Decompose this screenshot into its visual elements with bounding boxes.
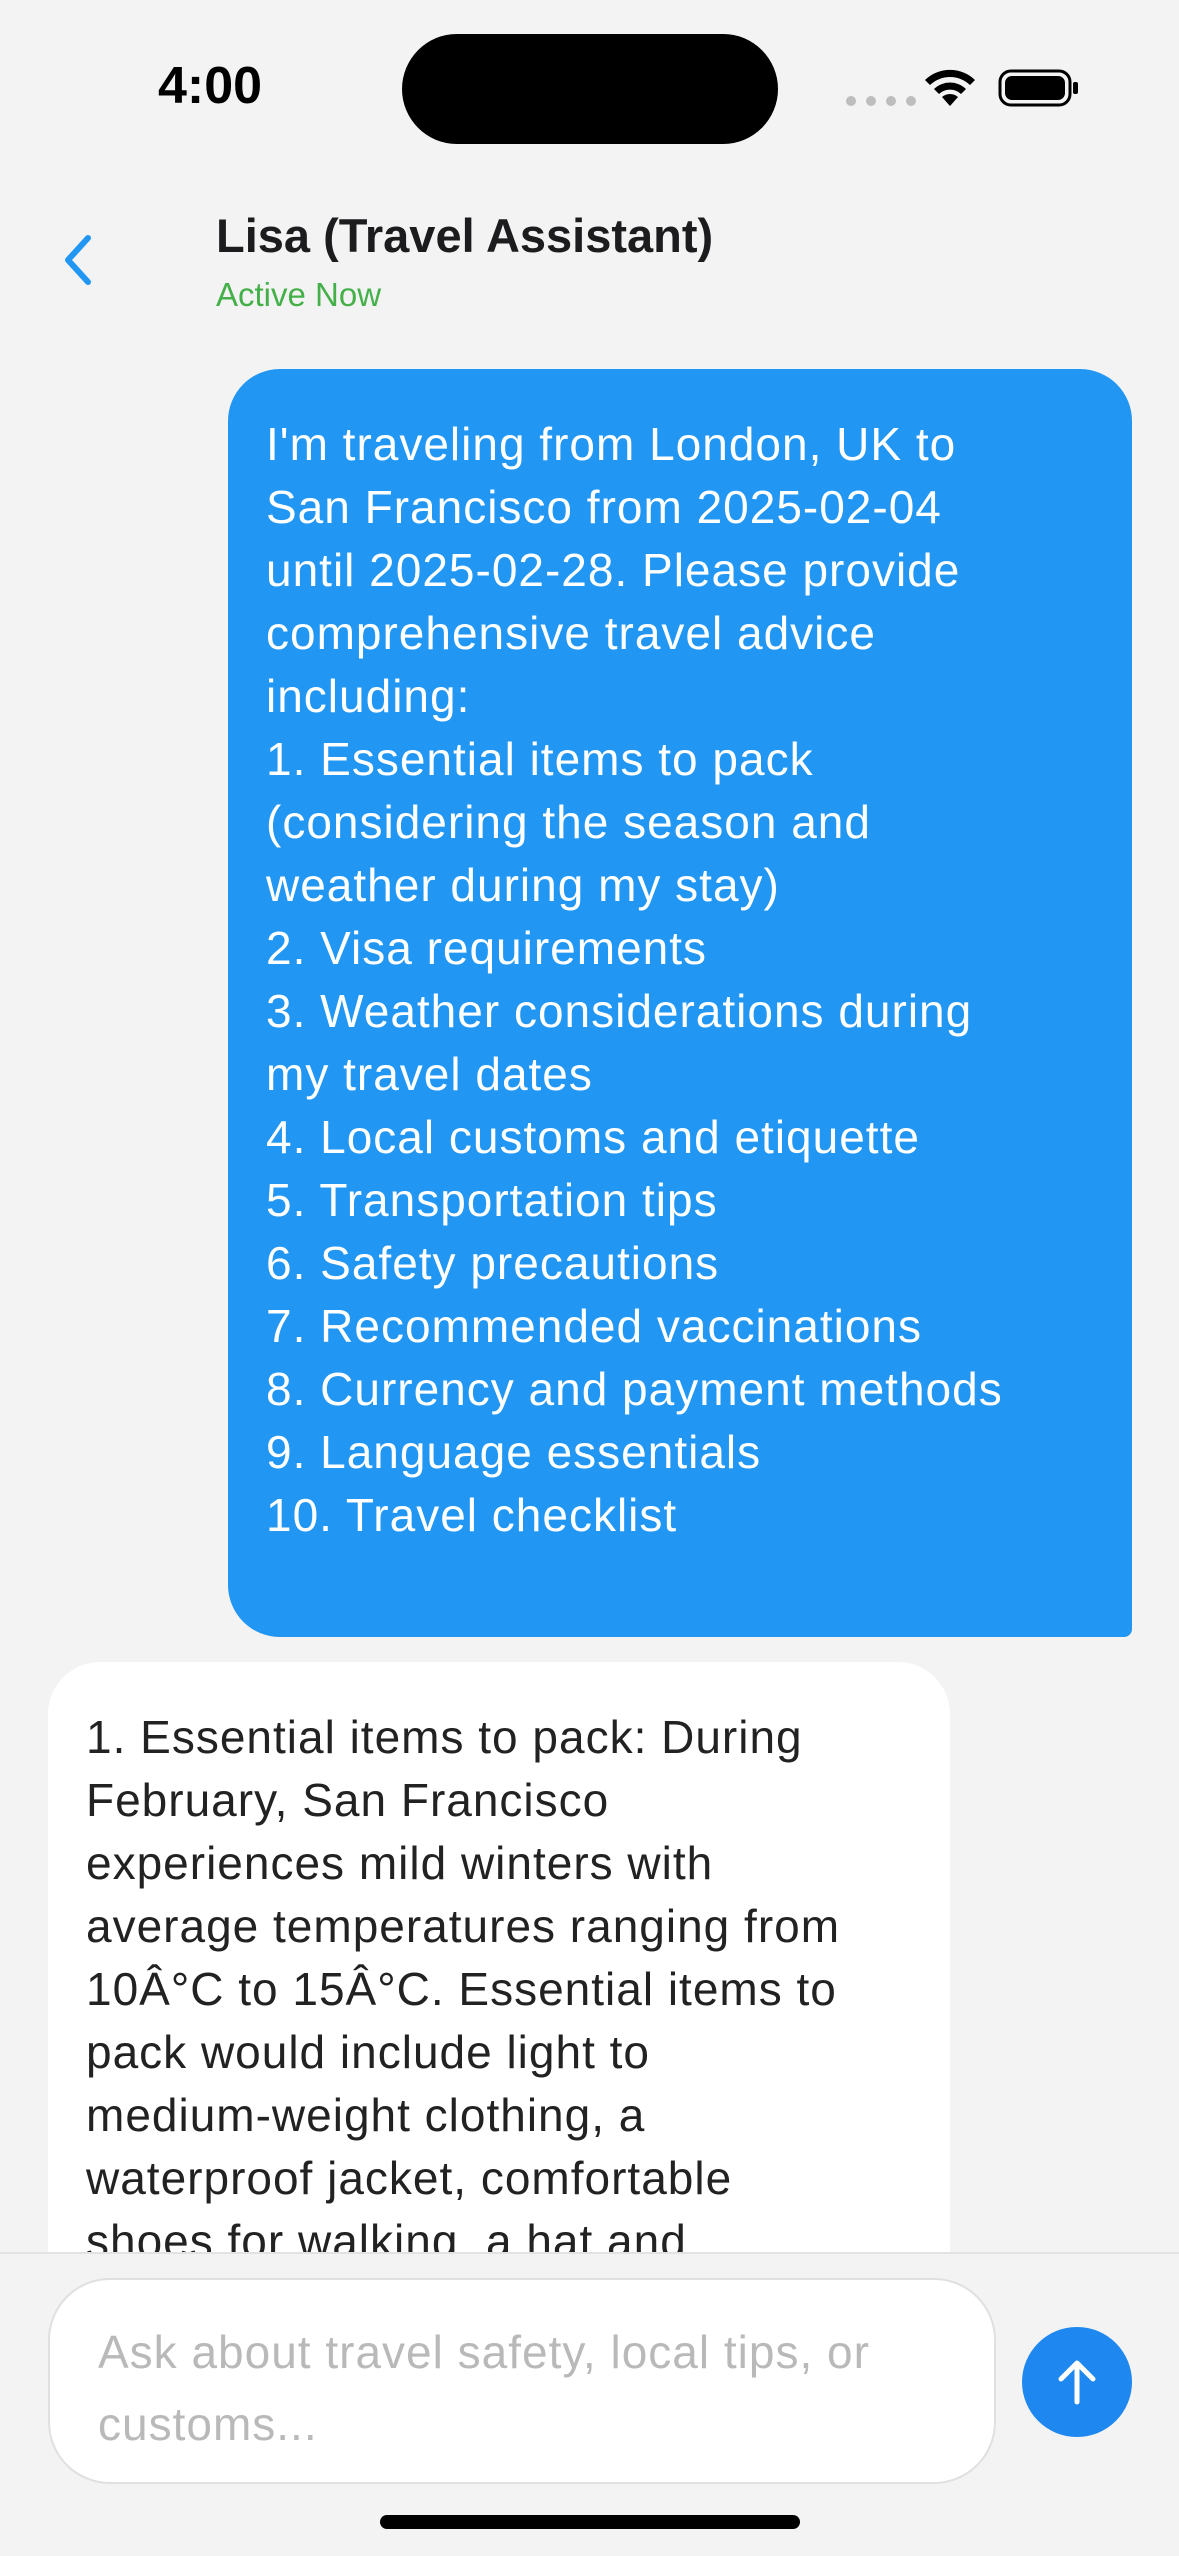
dynamic-island	[402, 34, 778, 144]
contact-name: Lisa (Travel Assistant)	[216, 209, 714, 262]
send-button[interactable]	[1022, 2327, 1132, 2437]
cellular-signal-icon	[846, 96, 916, 106]
message-input[interactable]	[48, 2278, 996, 2484]
contact-status: Active Now	[216, 276, 382, 313]
arrow-up-icon	[1058, 2360, 1096, 2405]
battery-icon	[998, 69, 1078, 107]
chevron-left-icon	[65, 235, 91, 285]
status-time: 4:00	[158, 57, 263, 115]
user-message-bubble: I'm traveling from London, UK to San Fra…	[228, 369, 1132, 1637]
back-button[interactable]	[44, 220, 116, 300]
home-indicator	[380, 2515, 800, 2529]
chat-screen: 4:00 Lisa (Travel Assistant) Active Now …	[0, 0, 1179, 2556]
wifi-icon	[925, 69, 975, 106]
